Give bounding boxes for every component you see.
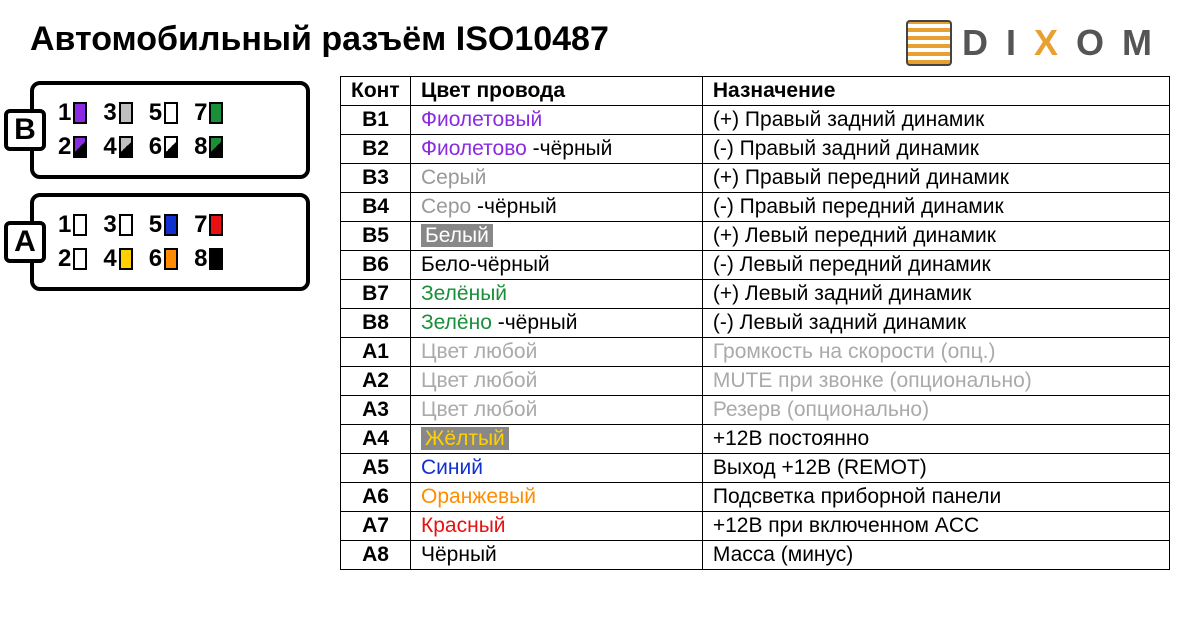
pin: 4 xyxy=(103,133,132,161)
table-row: B5Белый(+) Левый передний динамик xyxy=(341,222,1170,251)
pin: 8 xyxy=(194,133,223,161)
chip-icon xyxy=(906,20,952,66)
pin: 2 xyxy=(58,245,87,273)
pin: 4 xyxy=(103,245,132,273)
cell-func: Подсветка приборной панели xyxy=(702,483,1169,512)
cell-pin: B3 xyxy=(341,164,411,193)
pin: 6 xyxy=(149,245,178,273)
page-title: Автомобильный разъём ISO10487 xyxy=(30,20,609,59)
cell-func: MUTE при звонке (опционально) xyxy=(702,367,1169,396)
cell-pin: B4 xyxy=(341,193,411,222)
th-func: Назначение xyxy=(702,77,1169,106)
table-row: A6ОранжевыйПодсветка приборной панели xyxy=(341,483,1170,512)
connector-a-label: A xyxy=(4,221,46,263)
pin: 5 xyxy=(149,211,178,239)
table-row: A1Цвет любойГромкость на скорости (опц.) xyxy=(341,338,1170,367)
cell-color: Цвет любой xyxy=(411,367,703,396)
cell-pin: A3 xyxy=(341,396,411,425)
brand-logo: DIXOM xyxy=(906,20,1170,66)
cell-func: +12В постоянно xyxy=(702,425,1169,454)
table-row: B3Серый(+) Правый передний динамик xyxy=(341,164,1170,193)
pin: 6 xyxy=(149,133,178,161)
cell-pin: A4 xyxy=(341,425,411,454)
pin: 1 xyxy=(58,99,87,127)
pin: 7 xyxy=(194,211,223,239)
table-row: B6Бело-чёрный(-) Левый передний динамик xyxy=(341,251,1170,280)
cell-pin: A7 xyxy=(341,512,411,541)
cell-func: (-) Правый передний динамик xyxy=(702,193,1169,222)
connector-diagram: B 1357 2468 A 1357 2468 xyxy=(30,76,310,305)
cell-func: Громкость на скорости (опц.) xyxy=(702,338,1169,367)
pin: 3 xyxy=(103,99,132,127)
pin: 8 xyxy=(194,245,223,273)
table-row: A3Цвет любойРезерв (опционально) xyxy=(341,396,1170,425)
connector-b-label: B xyxy=(4,109,46,151)
pin: 7 xyxy=(194,99,223,127)
cell-pin: A8 xyxy=(341,541,411,570)
cell-color: Чёрный xyxy=(411,541,703,570)
cell-func: +12В при включенном ACC xyxy=(702,512,1169,541)
cell-func: (+) Левый задний динамик xyxy=(702,280,1169,309)
th-color: Цвет провода xyxy=(411,77,703,106)
cell-func: (-) Левый передний динамик xyxy=(702,251,1169,280)
cell-pin: A1 xyxy=(341,338,411,367)
cell-color: Бело-чёрный xyxy=(411,251,703,280)
cell-pin: B1 xyxy=(341,106,411,135)
cell-pin: A6 xyxy=(341,483,411,512)
pin: 2 xyxy=(58,133,87,161)
cell-func: (-) Правый задний динамик xyxy=(702,135,1169,164)
table-row: A8ЧёрныйМасса (минус) xyxy=(341,541,1170,570)
table-row: A2Цвет любойMUTE при звонке (опционально… xyxy=(341,367,1170,396)
cell-func: Выход +12В (REMOT) xyxy=(702,454,1169,483)
cell-pin: A5 xyxy=(341,454,411,483)
cell-color: Цвет любой xyxy=(411,396,703,425)
table-row: B4Серо -чёрный(-) Правый передний динами… xyxy=(341,193,1170,222)
cell-color: Фиолетовый xyxy=(411,106,703,135)
pin: 1 xyxy=(58,211,87,239)
cell-color: Белый xyxy=(411,222,703,251)
table-row: B7Зелёный(+) Левый задний динамик xyxy=(341,280,1170,309)
cell-func: (+) Левый передний динамик xyxy=(702,222,1169,251)
table-row: B2Фиолетово -чёрный(-) Правый задний дин… xyxy=(341,135,1170,164)
table-row: A4Жёлтый+12В постоянно xyxy=(341,425,1170,454)
cell-func: (+) Правый передний динамик xyxy=(702,164,1169,193)
cell-pin: B7 xyxy=(341,280,411,309)
cell-color: Серо -чёрный xyxy=(411,193,703,222)
cell-color: Синий xyxy=(411,454,703,483)
cell-pin: B6 xyxy=(341,251,411,280)
cell-color: Зелёный xyxy=(411,280,703,309)
cell-color: Цвет любой xyxy=(411,338,703,367)
cell-color: Оранжевый xyxy=(411,483,703,512)
pin: 5 xyxy=(149,99,178,127)
cell-color: Фиолетово -чёрный xyxy=(411,135,703,164)
cell-func: (+) Правый задний динамик xyxy=(702,106,1169,135)
cell-color: Жёлтый xyxy=(411,425,703,454)
cell-pin: A2 xyxy=(341,367,411,396)
connector-b: B 1357 2468 xyxy=(30,81,310,179)
cell-color: Красный xyxy=(411,512,703,541)
cell-color: Серый xyxy=(411,164,703,193)
cell-func: (-) Левый задний динамик xyxy=(702,309,1169,338)
table-row: A7Красный+12В при включенном ACC xyxy=(341,512,1170,541)
pinout-table: Конт Цвет провода Назначение B1Фиолетовы… xyxy=(340,76,1170,570)
th-pin: Конт xyxy=(341,77,411,106)
cell-func: Масса (минус) xyxy=(702,541,1169,570)
table-row: B1Фиолетовый(+) Правый задний динамик xyxy=(341,106,1170,135)
cell-color: Зелёно -чёрный xyxy=(411,309,703,338)
connector-a: A 1357 2468 xyxy=(30,193,310,291)
table-row: A5СинийВыход +12В (REMOT) xyxy=(341,454,1170,483)
pin: 3 xyxy=(103,211,132,239)
table-row: B8Зелёно -чёрный(-) Левый задний динамик xyxy=(341,309,1170,338)
cell-func: Резерв (опционально) xyxy=(702,396,1169,425)
cell-pin: B2 xyxy=(341,135,411,164)
cell-pin: B8 xyxy=(341,309,411,338)
cell-pin: B5 xyxy=(341,222,411,251)
